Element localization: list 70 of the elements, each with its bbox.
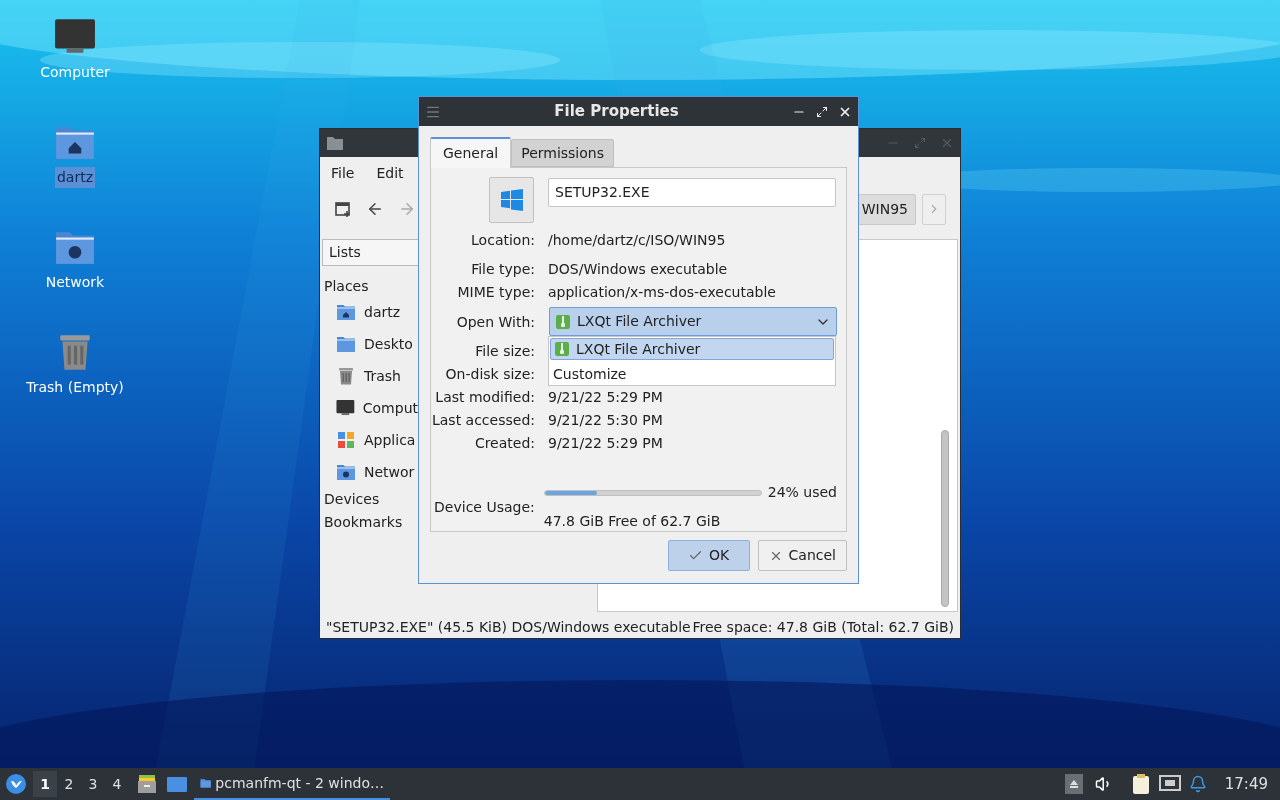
cancel-button[interactable]: Cancel xyxy=(757,540,847,571)
property-label: Open With: xyxy=(455,312,535,332)
tab[interactable]: Permissions xyxy=(511,139,614,167)
clock[interactable]: 17:49 xyxy=(1224,772,1268,796)
trash-icon xyxy=(336,366,356,386)
property-label: Location: xyxy=(470,231,535,250)
file-name-field[interactable]: SETUP32.EXE xyxy=(548,177,836,207)
usage-percent: 24% used xyxy=(767,483,837,502)
window-title: File Properties xyxy=(553,101,680,123)
eject-icon xyxy=(1068,779,1079,789)
start-menu-icon[interactable] xyxy=(5,773,27,795)
property-label: Last accessed: xyxy=(431,411,535,430)
desktop-icon[interactable] xyxy=(166,775,188,793)
property-label: Created: xyxy=(473,434,535,453)
menu-item[interactable]: Customize xyxy=(550,360,834,384)
property-label: Last modified: xyxy=(434,388,535,407)
apps-grid-icon xyxy=(336,430,356,450)
sidebar-item[interactable]: Comput xyxy=(322,392,418,424)
device-usage-label: Device Usage: xyxy=(433,497,535,517)
task-button[interactable]: pcmanfm-qt - 2 windo… xyxy=(194,768,390,800)
desktop-switch-button[interactable]: 3 xyxy=(81,771,105,797)
eject-button[interactable] xyxy=(1064,774,1083,794)
sidebar-item[interactable]: dartz xyxy=(322,296,418,328)
menu-item[interactable]: File xyxy=(331,162,355,184)
sidebar-item[interactable]: Trash xyxy=(322,360,418,392)
maximize-icon[interactable] xyxy=(816,105,828,118)
notification-icon[interactable] xyxy=(1188,775,1207,793)
property-value: /home/dartz/c/ISO/WIN95 xyxy=(548,231,727,250)
monitor-icon xyxy=(336,398,355,418)
property-label: File size: xyxy=(474,342,535,361)
sidebar-section[interactable]: Devices xyxy=(322,488,418,511)
property-value: 9/21/22 5:30 PM xyxy=(548,411,664,430)
desktop-switch-button[interactable]: 4 xyxy=(105,771,129,797)
archive-icon xyxy=(554,341,570,357)
file-cabinet-icon[interactable] xyxy=(137,774,157,794)
menu-item[interactable]: LXQt File Archiver xyxy=(550,338,834,360)
ok-button[interactable]: OK xyxy=(667,540,750,571)
property-label: On-disk size: xyxy=(444,365,535,384)
property-value: application/x-ms-dos-executable xyxy=(548,283,777,302)
windows-logo-icon xyxy=(500,189,523,211)
scrollbar-thumb[interactable] xyxy=(941,430,949,607)
menu-item[interactable]: Edit xyxy=(376,162,404,184)
property-label: MIME type: xyxy=(456,283,535,302)
free-space-text: Free space: 47.8 GiB (Total: 62.7 GiB) xyxy=(692,617,954,637)
new-tab-icon[interactable] xyxy=(334,200,352,218)
property-value: 9/21/22 5:29 PM xyxy=(548,434,664,453)
tab[interactable]: General xyxy=(430,137,512,168)
desktop-folder-icon xyxy=(336,334,356,354)
free-space-text: 47.8 GiB Free of 62.7 GiB xyxy=(543,512,722,531)
file-icon-button[interactable] xyxy=(489,177,534,223)
sidebar-item[interactable]: Applica xyxy=(322,424,418,456)
desktop-switch-button[interactable]: 1 xyxy=(33,771,57,797)
clipboard-icon[interactable] xyxy=(1130,773,1151,795)
places-heading[interactable]: Places xyxy=(322,276,418,296)
desktop-switch-button[interactable]: 2 xyxy=(57,771,81,797)
open-with-dropdown[interactable]: LXQt File Archiver xyxy=(549,307,837,336)
archive-icon xyxy=(555,313,571,330)
sidebar-item[interactable]: Deskto xyxy=(322,328,418,360)
status-text: "SETUP32.EXE" (45.5 KiB) DOS/Windows executable xyxy=(326,617,691,637)
desktop-icon[interactable]: Trash (Empty) xyxy=(24,331,126,436)
desktop-icon[interactable]: Network xyxy=(43,226,107,331)
home-folder-icon xyxy=(336,302,356,322)
sidebar-section[interactable]: Bookmarks xyxy=(322,511,418,534)
property-value: DOS/Windows executable xyxy=(548,260,729,279)
sidebar-item[interactable]: Networ xyxy=(322,456,418,488)
property-value: 9/21/22 5:29 PM xyxy=(548,388,664,407)
network-icon[interactable] xyxy=(1158,775,1181,793)
property-label: File type: xyxy=(470,260,535,279)
folder-icon xyxy=(326,135,344,151)
network-folder-icon xyxy=(336,462,356,482)
